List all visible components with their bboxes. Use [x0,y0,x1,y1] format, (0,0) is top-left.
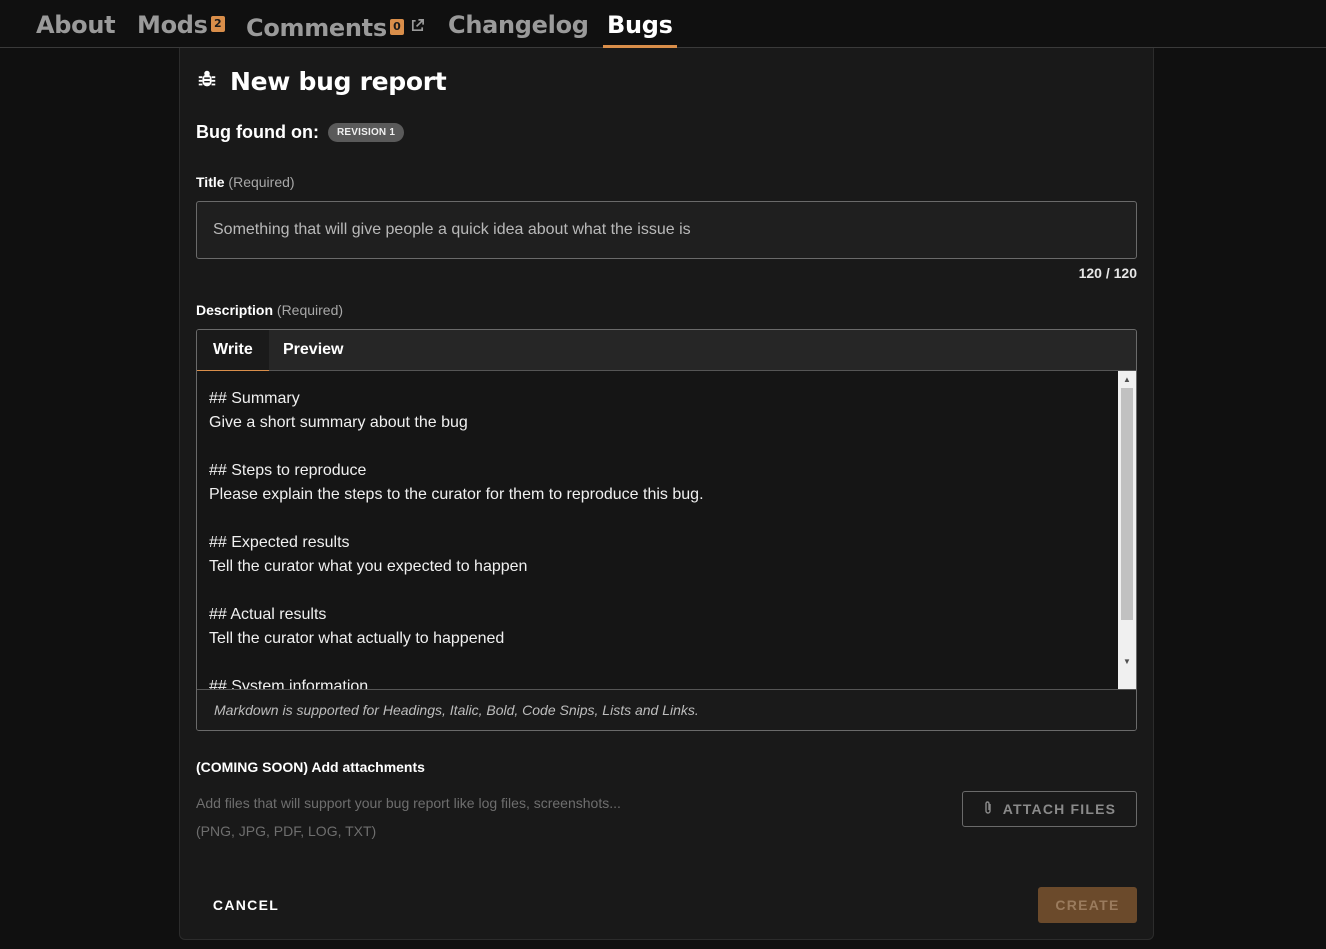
editor-tabs: Write Preview [197,330,1136,372]
paperclip-icon [983,800,993,819]
tab-mods[interactable]: Mods 2 [137,11,225,47]
mods-count-badge: 2 [210,16,225,32]
attachments-title: (COMING SOON) Add attachments [196,759,425,775]
bug-icon [196,68,218,95]
tab-changelog-label: Changelog [448,11,589,39]
description-label-text: Description [196,302,274,318]
top-nav: About Mods 2 Comments 0 Changelog Bugs [0,0,1326,48]
description-label: Description (Required) [196,302,343,318]
scroll-down-arrow-icon[interactable]: ▼ [1118,655,1136,669]
form-heading: New bug report [196,64,447,98]
scroll-up-arrow-icon[interactable]: ▲ [1118,373,1136,387]
tab-comments-label: Comments [246,14,387,42]
tab-preview[interactable]: Preview [267,330,359,371]
bug-found-label: Bug found on: [196,122,319,142]
tab-write[interactable]: Write [197,330,269,372]
tab-about[interactable]: About [36,11,116,47]
comments-count-badge: 0 [389,19,404,35]
tab-mods-label: Mods [137,11,208,39]
description-editor: Write Preview ## Summary Give a short su… [196,329,1137,731]
tab-changelog[interactable]: Changelog [448,11,589,47]
title-label-text: Title [196,174,225,190]
title-required-text: (Required) [228,174,295,190]
title-label: Title (Required) [196,174,295,190]
tab-preview-label: Preview [283,341,344,358]
page-title: New bug report [230,66,447,96]
bug-found-on: Bug found on: REVISION 1 [196,122,405,143]
tab-bugs-label: Bugs [607,11,673,39]
attach-files-button[interactable]: ATTACH FILES [962,791,1137,827]
description-required-text: (Required) [276,302,344,318]
tab-about-label: About [36,11,116,39]
tab-comments[interactable]: Comments 0 [246,11,425,47]
attach-files-label: ATTACH FILES [1002,801,1117,817]
scroll-thumb[interactable] [1121,388,1133,620]
description-textarea[interactable]: ## Summary Give a short summary about th… [197,371,1118,689]
cancel-button[interactable]: CANCEL [196,887,296,923]
external-link-icon [410,11,425,39]
revision-badge: REVISION 1 [327,123,405,142]
tab-write-label: Write [213,341,253,358]
create-button[interactable]: CREATE [1038,887,1137,923]
attachments-description: Add files that will support your bug rep… [196,795,621,811]
editor-scrollbar[interactable]: ▲ ▼ [1118,371,1136,689]
tab-bugs[interactable]: Bugs [603,11,677,48]
attachments-types: (PNG, JPG, PDF, LOG, TXT) [196,823,377,839]
title-char-counter: 120 / 120 [1078,265,1137,281]
markdown-note: Markdown is supported for Headings, Ital… [197,689,1136,730]
title-input[interactable] [196,201,1137,259]
